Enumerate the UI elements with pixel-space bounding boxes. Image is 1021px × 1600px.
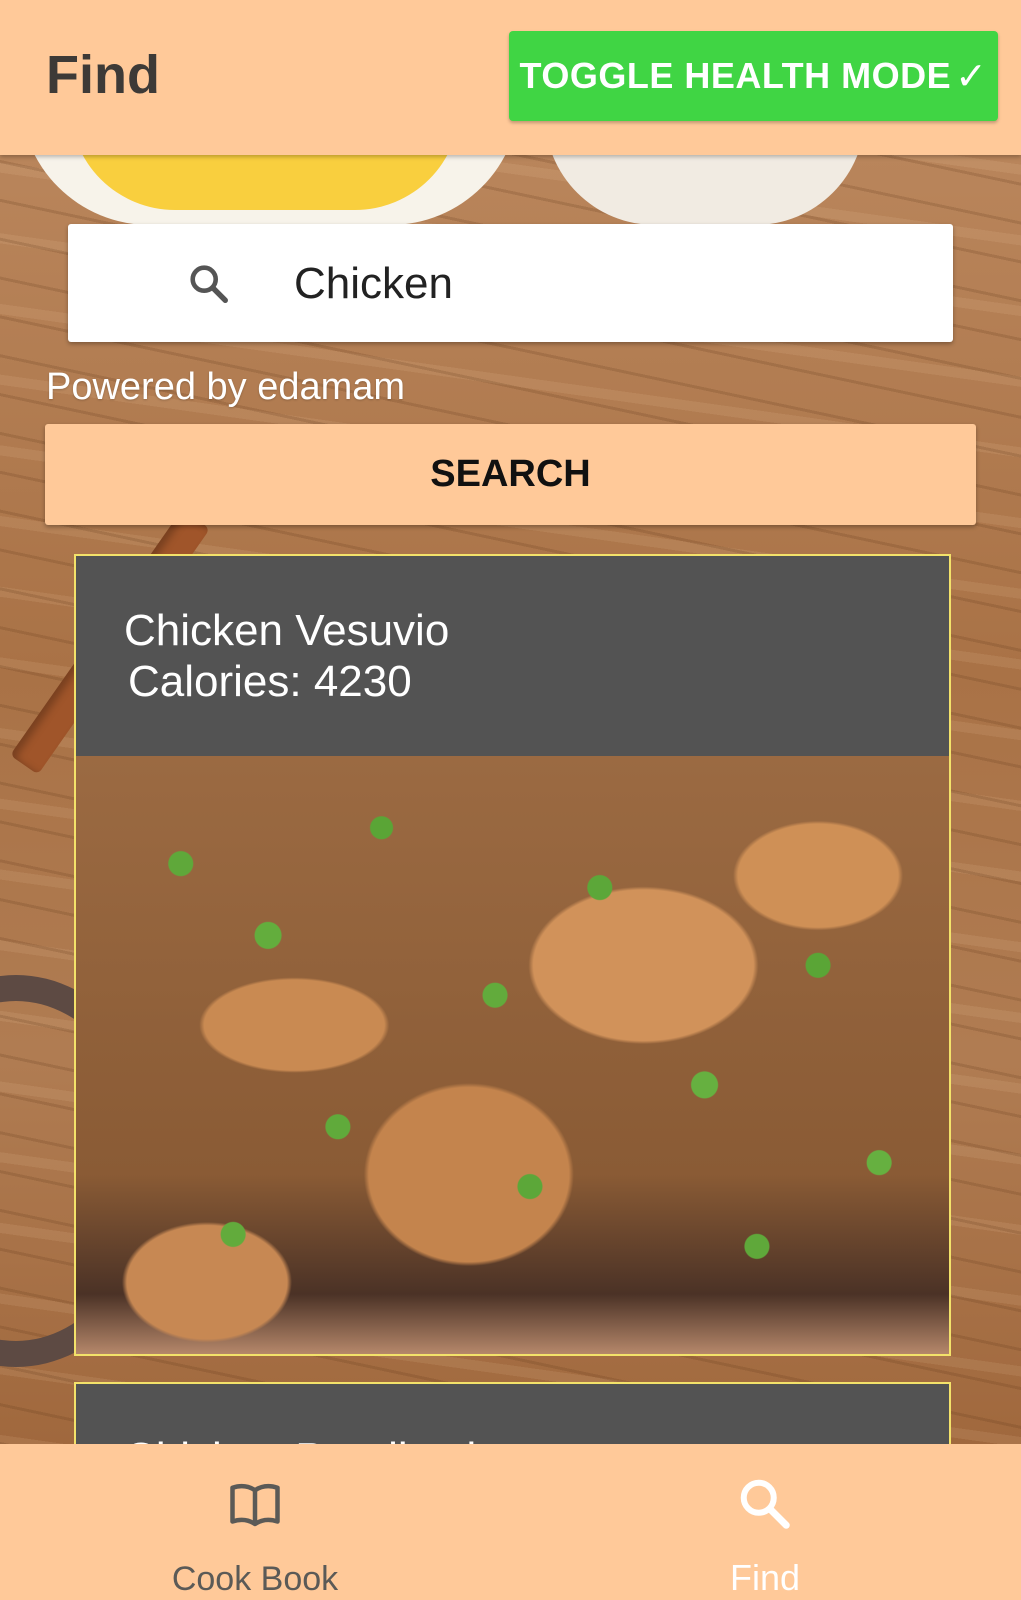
search-icon <box>190 265 228 303</box>
nav-label-find: Find <box>729 1557 801 1598</box>
bottom-navigation: Cook Book Find <box>0 1444 1021 1600</box>
recipe-card[interactable]: Chicken Vesuvio Calories: 4230 <box>74 554 951 1356</box>
toggle-health-mode-button[interactable]: TOGGLE HEALTH MODE ✓ <box>509 31 998 121</box>
powered-by-label: Powered by edamam <box>46 366 406 408</box>
recipe-image[interactable] <box>76 756 949 1354</box>
page-title: Find <box>46 45 160 105</box>
nav-label-cook-book: Cook Book <box>171 1560 339 1598</box>
search-button[interactable]: SEARCH <box>45 424 976 525</box>
recipe-title: Chicken Vesuvio <box>124 606 450 655</box>
toggle-health-mode-label: TOGGLE HEALTH MODE <box>519 55 952 96</box>
search-input[interactable] <box>292 246 916 322</box>
search-icon <box>740 1479 790 1529</box>
book-open-icon <box>230 1483 280 1527</box>
recipe-calories: Calories: 4230 <box>128 657 412 706</box>
nav-item-cook-book[interactable]: Cook Book <box>0 1444 510 1600</box>
check-icon: ✓ <box>955 55 988 98</box>
app-bar: Find TOGGLE HEALTH MODE ✓ <box>0 0 1021 155</box>
nav-item-find[interactable]: Find <box>510 1444 1020 1600</box>
search-box[interactable] <box>68 224 953 342</box>
